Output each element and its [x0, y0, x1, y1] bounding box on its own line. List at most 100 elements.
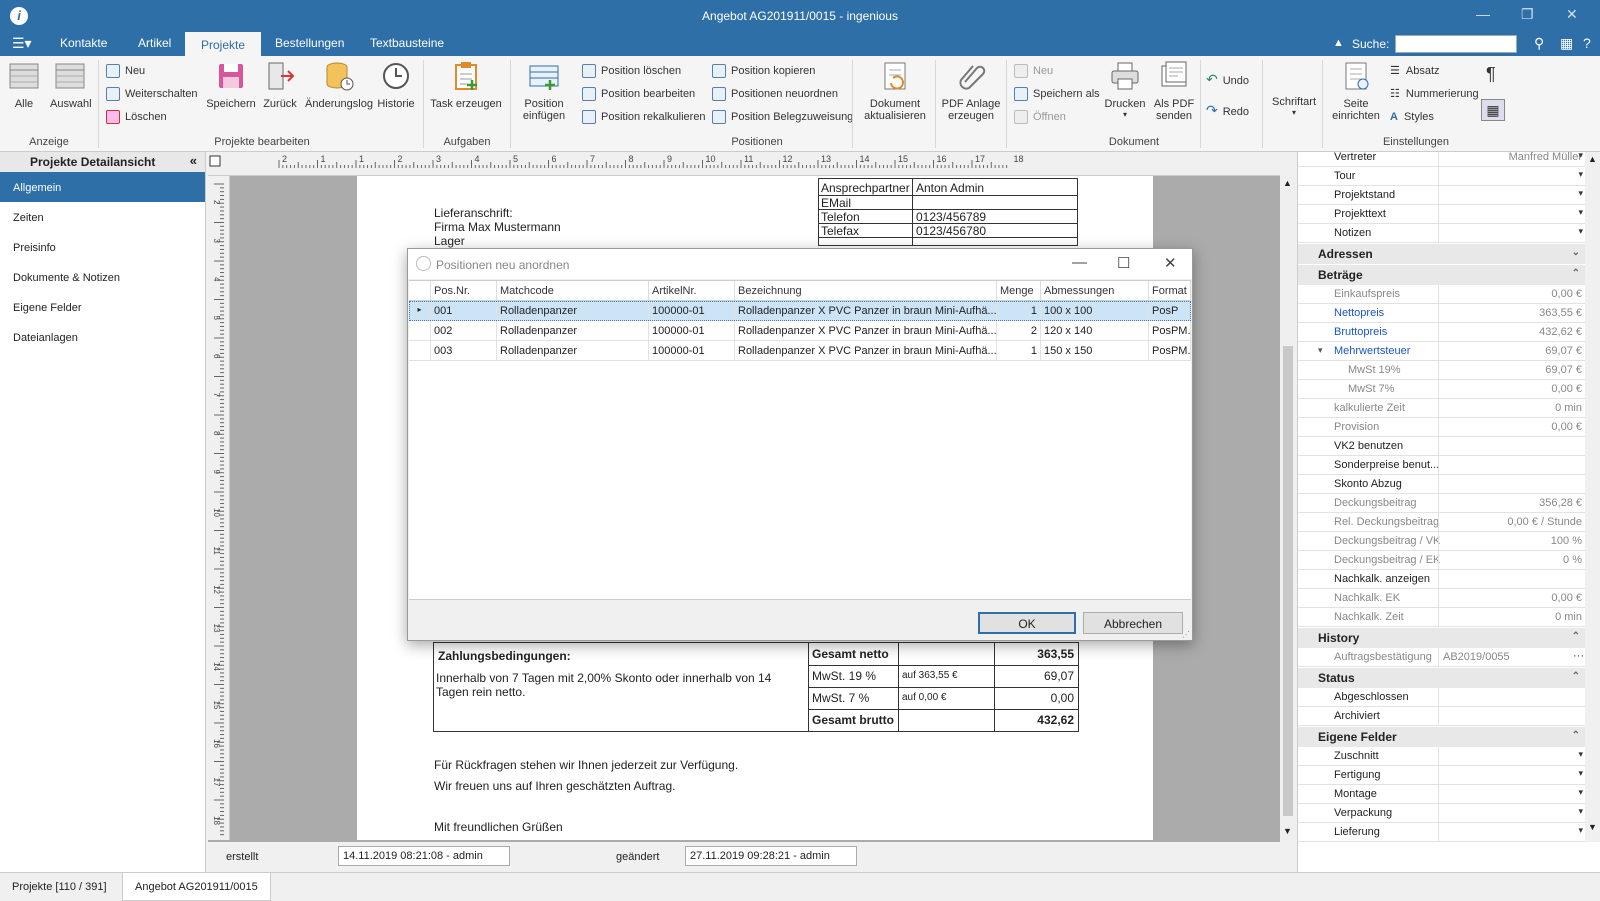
property-value[interactable]: 0,00 €: [1438, 285, 1588, 304]
nav-item-eigene-felder[interactable]: Eigene Felder: [0, 292, 205, 322]
historie-button[interactable]: Historie: [376, 60, 416, 110]
grid-cell[interactable]: PosPM...: [1149, 341, 1191, 361]
zurueck-button[interactable]: Zurück: [262, 60, 298, 110]
als-pdf-senden-button[interactable]: Als PDF senden: [1152, 60, 1196, 122]
property-value[interactable]: 0 %: [1438, 551, 1588, 570]
grid-cell[interactable]: 100 x 100: [1041, 301, 1149, 321]
speichern-als-button[interactable]: Speichern als: [1014, 86, 1100, 104]
show-formatting-button[interactable]: ¶: [1486, 65, 1496, 84]
menu-list-icon[interactable]: ☰▾: [12, 35, 32, 52]
property-row[interactable]: Zuschnitt ▾: [1298, 747, 1588, 766]
property-row[interactable]: Lieferung ▾: [1298, 823, 1588, 842]
drucken-button[interactable]: Drucken ▾: [1104, 60, 1146, 119]
grid-cell[interactable]: 100000-01: [649, 321, 735, 341]
tab-kontakte[interactable]: Kontakte: [60, 36, 107, 50]
property-value[interactable]: 69,07 €: [1438, 361, 1588, 380]
property-value[interactable]: Manfred Müller ▾: [1438, 152, 1588, 167]
property-row[interactable]: MwSt 19% 69,07 €: [1298, 361, 1588, 380]
column-header[interactable]: Menge: [997, 281, 1041, 301]
grid-cell[interactable]: 003: [431, 341, 497, 361]
property-row[interactable]: VK2 benutzen: [1298, 437, 1588, 456]
position-rekalkulieren-button[interactable]: Position rekalkulieren: [582, 109, 706, 127]
tab-angebot[interactable]: Angebot AG201911/0015: [122, 873, 271, 901]
position-einfuegen-button[interactable]: Position einfügen: [517, 60, 571, 122]
pdf-anlage-button[interactable]: PDF Anlage erzeugen: [940, 60, 1002, 122]
property-value[interactable]: ✓: [1438, 475, 1588, 494]
tab-projekte[interactable]: Projekte: [185, 32, 262, 56]
property-row[interactable]: Deckungsbeitrag / EK 0 %: [1298, 551, 1588, 570]
grid-cell[interactable]: Rolladenpanzer X PVC Panzer in braun Min…: [735, 321, 997, 341]
property-row[interactable]: Bruttopreis 432,62 €: [1298, 323, 1588, 342]
property-value[interactable]: 0 min: [1438, 608, 1588, 627]
property-value[interactable]: 363,55 €: [1438, 304, 1588, 323]
dialog-minimize-button[interactable]: —: [1072, 254, 1087, 271]
dropdown-arrow-icon[interactable]: ▾: [1578, 207, 1583, 218]
vertical-ruler[interactable]: 2 3 4 5 6 7 8 9 10 11 12 13 14 15 16 17 18: [208, 176, 230, 840]
collapse-section-icon[interactable]: ⌃: [1572, 730, 1580, 741]
property-value[interactable]: [1438, 707, 1588, 726]
property-row[interactable]: Einkaufspreis 0,00 €: [1298, 285, 1588, 304]
scroll-up-icon[interactable]: ▲: [1283, 178, 1292, 188]
property-row[interactable]: Tour ▾: [1298, 167, 1588, 186]
grid-cell[interactable]: 100000-01: [649, 301, 735, 321]
schriftart-button[interactable]: Schriftart ▾: [1268, 96, 1320, 117]
grid-cell[interactable]: 120 x 140: [1041, 321, 1149, 341]
property-row[interactable]: Skonto Abzug ✓: [1298, 475, 1588, 494]
property-value[interactable]: ▾: [1438, 823, 1588, 842]
nav-item-zeiten[interactable]: Zeiten: [0, 202, 205, 232]
collapse-ribbon-icon[interactable]: ▲: [1333, 37, 1344, 49]
expand-icon[interactable]: ▾: [1318, 345, 1323, 356]
row-indicator[interactable]: ▸: [409, 301, 431, 321]
section-header[interactable]: Status ⌃: [1298, 668, 1588, 688]
column-header[interactable]: Abmessungen: [1041, 281, 1149, 301]
dialog-maximize-button[interactable]: ☐: [1117, 254, 1130, 272]
column-header[interactable]: Matchcode: [497, 281, 649, 301]
dialog-close-button[interactable]: ✕: [1164, 254, 1177, 272]
grid-cell[interactable]: PosP: [1149, 301, 1191, 321]
dropdown-arrow-icon[interactable]: ▾: [1578, 226, 1583, 237]
dropdown-arrow-icon[interactable]: ▾: [1578, 169, 1583, 180]
property-value[interactable]: ▾: [1438, 747, 1588, 766]
tab-bestellungen[interactable]: Bestellungen: [275, 36, 344, 50]
property-value[interactable]: ▾: [1438, 167, 1588, 186]
scroll-down-icon[interactable]: ▼: [1588, 822, 1597, 832]
property-row[interactable]: Deckungsbeitrag 356,28 €: [1298, 494, 1588, 513]
seite-einrichten-button[interactable]: Seite einrichten: [1328, 60, 1384, 122]
property-value[interactable]: ▾: [1438, 186, 1588, 205]
tab-stop-selector-icon[interactable]: [209, 155, 221, 167]
dropdown-arrow-icon[interactable]: ▾: [1578, 188, 1583, 199]
dropdown-arrow-icon[interactable]: ▾: [1578, 749, 1583, 760]
expand-section-icon[interactable]: ⌄: [1572, 247, 1580, 258]
minimize-button[interactable]: —: [1476, 6, 1490, 22]
aenderungslog-button[interactable]: Änderungslog: [304, 60, 374, 110]
property-value[interactable]: [1438, 437, 1588, 456]
property-value[interactable]: 356,28 €: [1438, 494, 1588, 513]
nav-item-dokumente-notizen[interactable]: Dokumente & Notizen: [0, 262, 205, 292]
search-input[interactable]: [1395, 35, 1517, 53]
section-header[interactable]: Adressen ⌄: [1298, 244, 1588, 264]
resize-grip-icon[interactable]: ⋰: [1182, 630, 1190, 639]
dropdown-arrow-icon[interactable]: ▾: [1578, 768, 1583, 779]
property-value[interactable]: ▾: [1438, 205, 1588, 224]
collapse-section-icon[interactable]: ⌃: [1572, 268, 1580, 279]
property-row[interactable]: MwSt 7% 0,00 €: [1298, 380, 1588, 399]
property-value[interactable]: 0,00 € / Stunde: [1438, 513, 1588, 532]
row-indicator[interactable]: [409, 341, 431, 361]
grid-cell[interactable]: Rolladenpanzer X PVC Panzer in braun Min…: [735, 341, 997, 361]
column-header[interactable]: Format: [1149, 281, 1191, 301]
properties-scrollbar[interactable]: ▲ ▼: [1585, 152, 1600, 842]
property-row[interactable]: Deckungsbeitrag / VK 100 %: [1298, 532, 1588, 551]
document-scrollbar[interactable]: ▲ ▼: [1280, 176, 1296, 840]
grid-cell[interactable]: 2: [997, 321, 1041, 341]
nummerierung-button[interactable]: ☷ Nummerierung: [1390, 86, 1479, 104]
dropdown-arrow-icon[interactable]: ▾: [1578, 787, 1583, 798]
property-row[interactable]: Verpackung ▾: [1298, 804, 1588, 823]
grid-cell[interactable]: Rolladenpanzer: [497, 341, 649, 361]
nav-item-preisinfo[interactable]: Preisinfo: [0, 232, 205, 262]
task-erzeugen-button[interactable]: Task erzeugen: [430, 60, 502, 110]
doc-neu-button[interactable]: Neu: [1014, 63, 1053, 81]
speichern-button[interactable]: Speichern: [206, 60, 256, 110]
property-value[interactable]: 0,00 €: [1438, 589, 1588, 608]
grid-cell[interactable]: PosPM...: [1149, 321, 1191, 341]
help-button[interactable]: ?: [1583, 35, 1591, 51]
